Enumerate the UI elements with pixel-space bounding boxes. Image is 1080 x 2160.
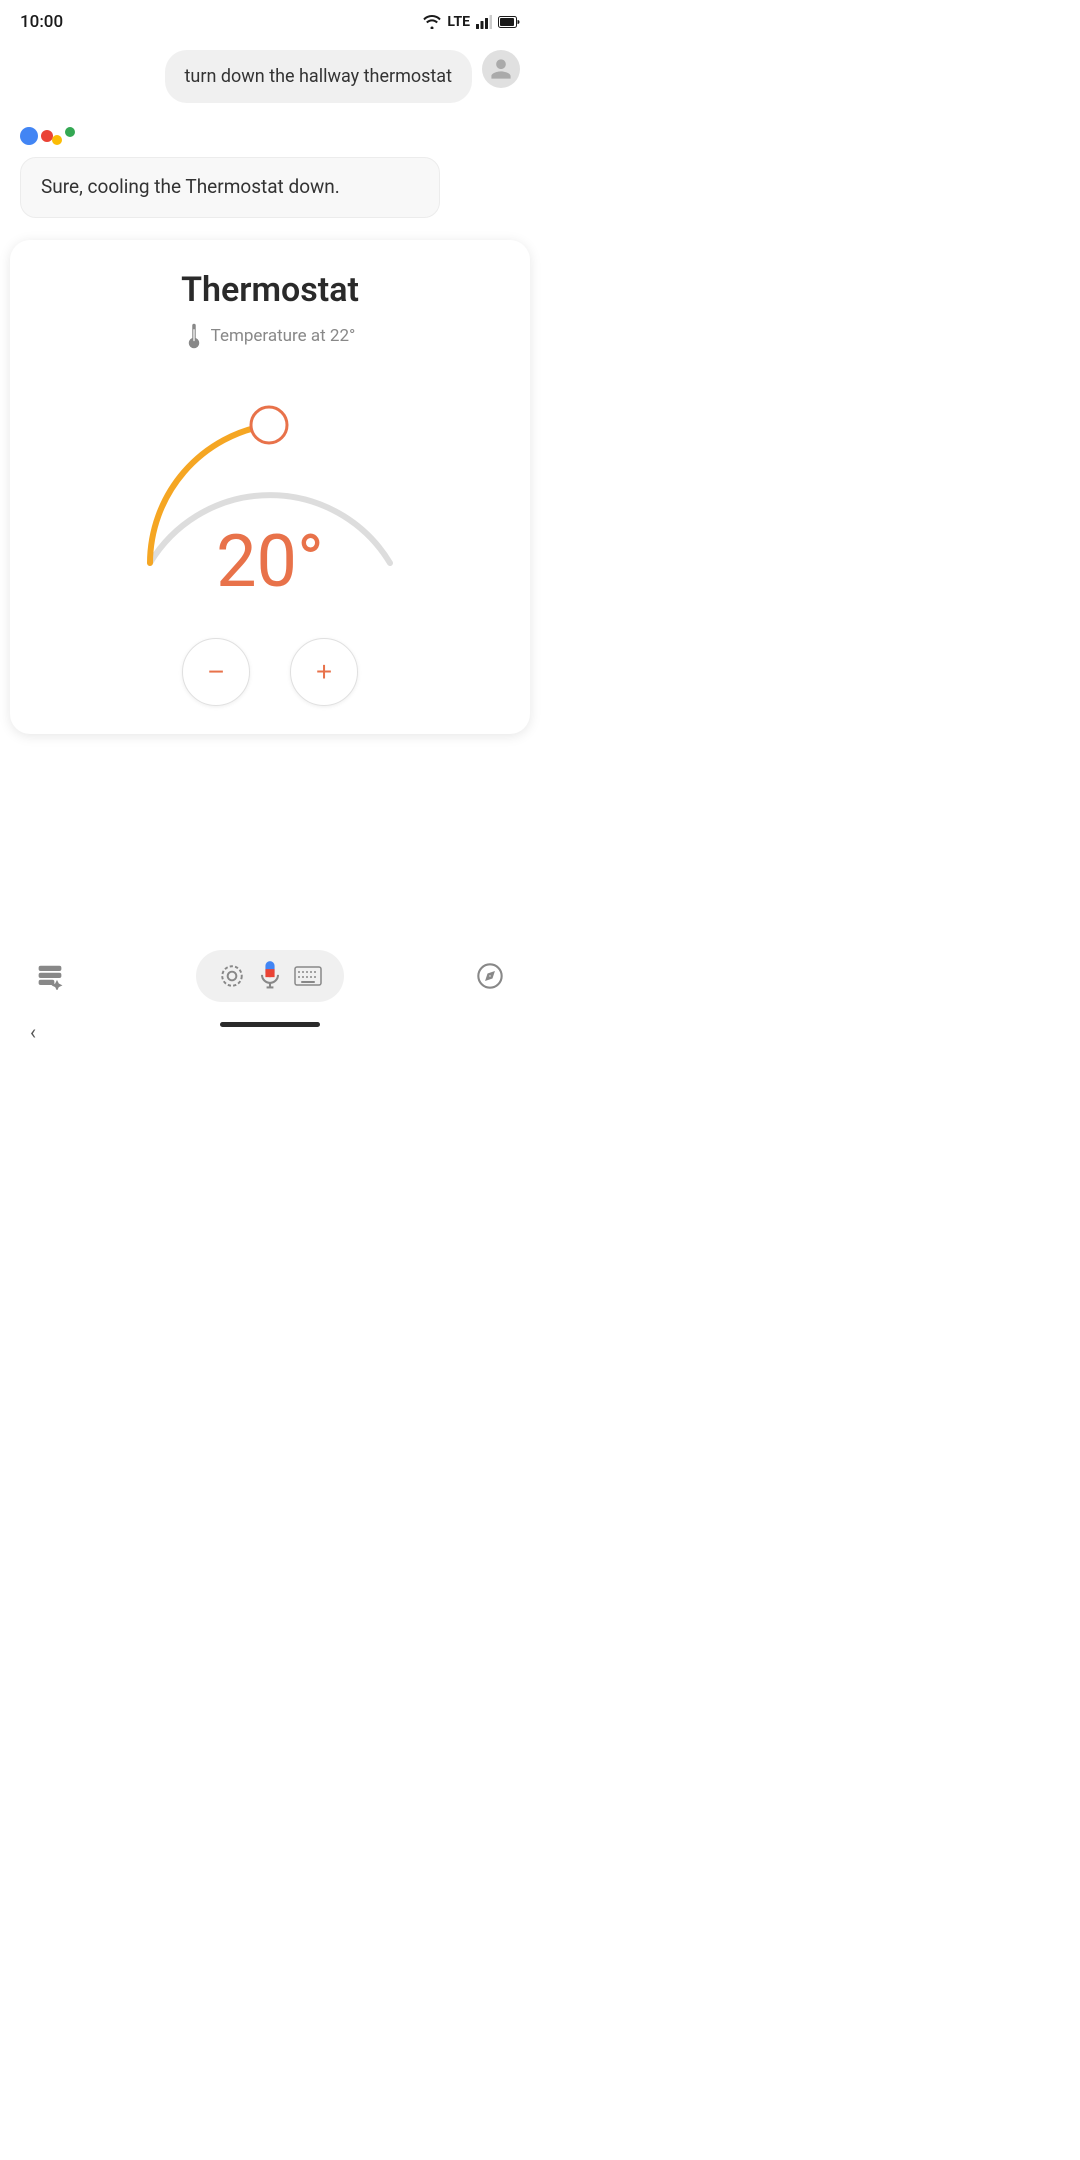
signal-icon (476, 15, 492, 29)
decrement-button[interactable]: − (182, 638, 250, 706)
increment-label: + (316, 658, 332, 686)
battery-icon (498, 16, 520, 28)
thermostat-card-title: Thermostat (181, 270, 359, 310)
current-temperature: 20° (216, 526, 324, 598)
controls-row: − + (182, 638, 358, 706)
dot-blue (20, 127, 38, 145)
increment-button[interactable]: + (290, 638, 358, 706)
menu-icon-button[interactable] (28, 954, 72, 998)
chat-area: turn down the hallway thermostat Sure, c… (0, 40, 540, 228)
google-dots (20, 123, 520, 149)
temp-label-text: Temperature at 22° (211, 326, 356, 346)
thermometer-icon (185, 322, 203, 350)
menu-icon (36, 962, 64, 990)
user-avatar-icon (489, 57, 513, 81)
camera-search-button[interactable] (218, 962, 246, 990)
nav-bar: ‹ (0, 1014, 540, 1060)
camera-search-icon (219, 963, 245, 989)
user-message-text: turn down the hallway thermostat (185, 64, 452, 89)
lte-label: LTE (447, 14, 470, 30)
thermostat-dial: 20° (110, 368, 430, 568)
compass-button[interactable] (468, 954, 512, 998)
bottom-nav (0, 938, 540, 1014)
status-bar: 10:00 LTE (0, 0, 540, 40)
microphone-icon (256, 960, 284, 992)
input-pill (196, 950, 344, 1002)
dot-green (65, 127, 75, 137)
status-icons: LTE (423, 14, 520, 30)
status-time: 10:00 (20, 12, 63, 32)
home-indicator[interactable] (220, 1022, 320, 1027)
wifi-icon (423, 15, 441, 29)
keyboard-button[interactable] (294, 962, 322, 990)
assistant-message-row: Sure, cooling the Thermostat down. (20, 123, 520, 218)
keyboard-icon (294, 966, 322, 986)
user-message-row: turn down the hallway thermostat (20, 50, 520, 103)
compass-icon (476, 962, 504, 990)
assistant-message-text: Sure, cooling the Thermostat down. (41, 174, 419, 201)
decrement-label: − (208, 658, 224, 686)
assistant-message-bubble: Sure, cooling the Thermostat down. (20, 157, 440, 218)
user-message-bubble: turn down the hallway thermostat (165, 50, 472, 103)
bottom-area: ‹ (0, 938, 540, 1080)
microphone-button[interactable] (254, 960, 286, 992)
dot-yellow (52, 135, 62, 145)
thermostat-card: Thermostat Temperature at 22° 20° − + (10, 240, 530, 734)
temp-label-row: Temperature at 22° (185, 322, 356, 350)
user-avatar (482, 50, 520, 88)
